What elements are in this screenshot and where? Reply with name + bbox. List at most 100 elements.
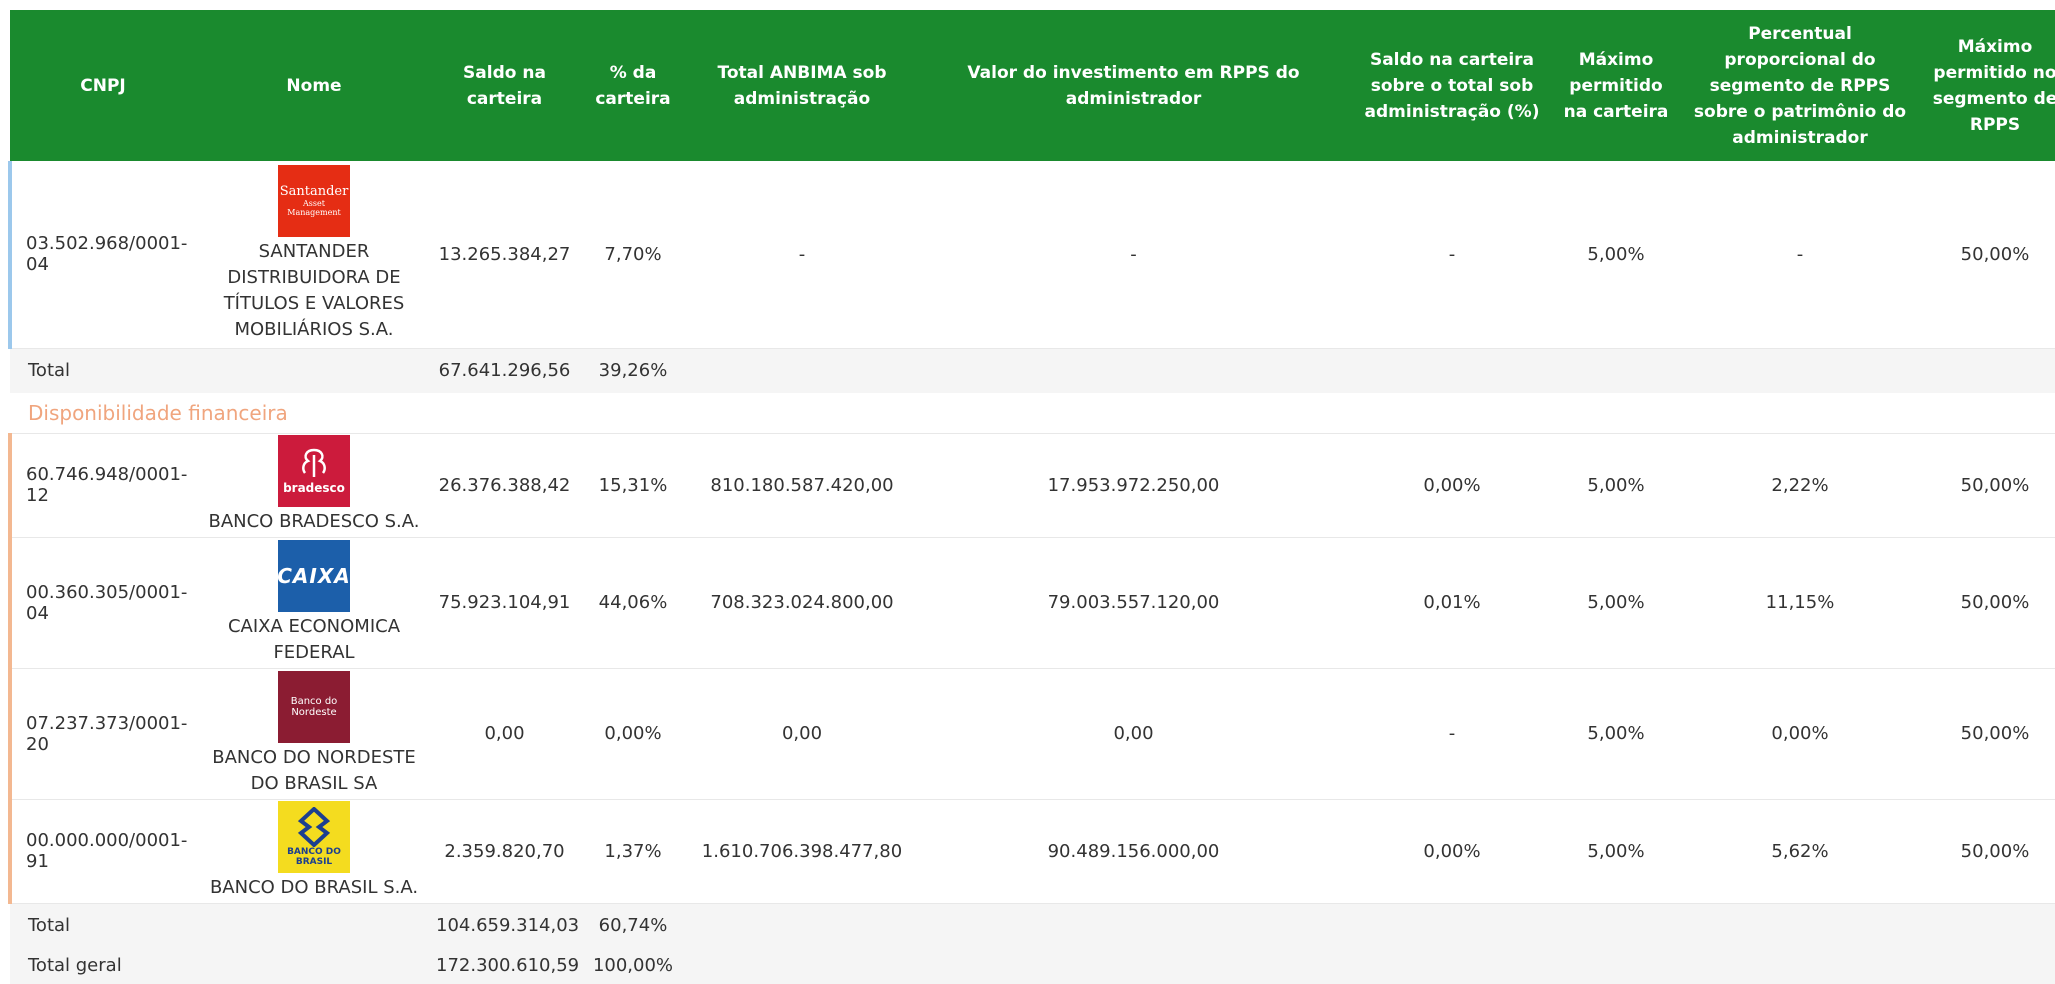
max-seg-cell: 50,00% [1920, 161, 2055, 349]
max-cell: 5,00% [1552, 799, 1680, 904]
max-cell: 5,00% [1552, 537, 1680, 669]
institution-name: BANCO DO NORDESTE DO BRASIL SA [212, 746, 416, 794]
total-saldo: 104.659.314,03 [432, 903, 579, 948]
header-rpps[interactable]: Valor do investimento em RPPS do adminis… [915, 10, 1352, 161]
cnpj-cell: 60.746.948/0001-12 [8, 433, 196, 538]
saldo-cell: 26.376.388,42 [432, 433, 577, 538]
perc-seg-cell: - [1680, 161, 1920, 349]
table-row: 03.502.968/0001-04 Santander Asset Manag… [8, 161, 2055, 349]
saldo-cell: 0,00 [432, 668, 577, 800]
investments-table: CNPJ Nome Saldo na carteira % da carteir… [8, 10, 2055, 984]
nome-cell: BANCO DO BRASIL BANCO DO BRASIL S.A. [196, 799, 432, 904]
total-label: Total [10, 903, 196, 948]
nome-cell: CAIXA CAIXA ECONOMICA FEDERAL [196, 537, 432, 669]
rpps-cell: - [915, 161, 1352, 349]
logo-text: CAIXA [278, 563, 350, 588]
pct-cell: 1,37% [577, 799, 689, 904]
rpps-cell: 17.953.972.250,00 [915, 433, 1352, 538]
bradesco-logo: bradesco [278, 435, 350, 507]
saldo-total-cell: - [1352, 161, 1552, 349]
section-title: Disponibilidade financeira [10, 392, 2055, 434]
perc-seg-cell: 0,00% [1680, 668, 1920, 800]
total-saldo: 67.641.296,56 [432, 348, 577, 393]
logo-text: bradesco [283, 481, 345, 495]
institution-name: SANTANDER DISTRIBUIDORA DE TÍTULOS E VAL… [223, 241, 405, 341]
total-pct: 39,26% [577, 348, 689, 393]
nome-cell: Santander Asset Management SANTANDER DIS… [196, 161, 432, 349]
nome-cell: bradesco BANCO BRADESCO S.A. [196, 433, 432, 538]
max-cell: 5,00% [1552, 668, 1680, 800]
saldo-cell: 13.265.384,27 [432, 161, 577, 349]
pct-cell: 15,31% [577, 433, 689, 538]
total-pct: 60,74% [577, 903, 689, 948]
rpps-cell: 90.489.156.000,00 [915, 799, 1352, 904]
total-row: Total 104.659.314,03 60,74% [10, 903, 2055, 948]
section-row: Disponibilidade financeira [10, 392, 2055, 434]
nome-cell: Banco do Nordeste BANCO DO NORDESTE DO B… [196, 668, 432, 800]
anbima-cell: - [689, 161, 915, 349]
grand-total-row: Total geral 172.300.610,59 100,00% [10, 947, 2055, 984]
rpps-cell: 0,00 [915, 668, 1352, 800]
institution-name: BANCO DO BRASIL S.A. [209, 877, 419, 898]
santander-logo: Santander Asset Management [278, 165, 350, 238]
bb-logo: BANCO DO BRASIL [278, 801, 350, 873]
perc-seg-cell: 2,22% [1680, 433, 1920, 538]
saldo-total-cell: 0,00% [1352, 433, 1552, 538]
header-perc-seg[interactable]: Percentual proporcional do segmento de R… [1680, 10, 1920, 161]
cnpj-cell: 07.237.373/0001-20 [8, 668, 196, 800]
max-seg-cell: 50,00% [1920, 537, 2055, 669]
table-row: 60.746.948/0001-12 bradesco BANCO BRADES… [8, 433, 2055, 538]
total-label: Total [10, 348, 196, 393]
grand-total-saldo: 172.300.610,59 [432, 947, 579, 984]
anbima-cell: 0,00 [689, 668, 915, 800]
caixa-logo: CAIXA [278, 539, 350, 612]
anbima-cell: 708.323.024.800,00 [689, 537, 915, 669]
saldo-cell: 75.923.104,91 [432, 537, 577, 669]
header-max[interactable]: Máximo permitido na carteira [1552, 10, 1680, 161]
saldo-total-cell: 0,01% [1352, 537, 1552, 669]
cnpj-cell: 00.000.000/0001-91 [8, 799, 196, 904]
pct-cell: 44,06% [577, 537, 689, 669]
header-saldo[interactable]: Saldo na carteira [432, 10, 577, 161]
logo-subtext: Nordeste [291, 706, 337, 718]
header-pct[interactable]: % da carteira [577, 10, 689, 161]
table-container: CNPJ Nome Saldo na carteira % da carteir… [8, 10, 2055, 984]
logo-subtext: Asset Management [287, 199, 341, 218]
anbima-cell: 1.610.706.398.477,80 [689, 799, 915, 904]
grand-total-label: Total geral [10, 947, 196, 984]
rpps-cell: 79.003.557.120,00 [915, 537, 1352, 669]
pct-cell: 0,00% [577, 668, 689, 800]
saldo-total-cell: - [1352, 668, 1552, 800]
header-nome[interactable]: Nome [196, 10, 432, 161]
grand-total-pct: 100,00% [577, 947, 689, 984]
total-row: Total 67.641.296,56 39,26% [10, 348, 2055, 393]
cnpj-cell: 00.360.305/0001-04 [8, 537, 196, 669]
table-row: 07.237.373/0001-20 Banco do Nordeste BAN… [8, 668, 2055, 800]
logo-text: Banco do [290, 695, 338, 707]
max-cell: 5,00% [1552, 161, 1680, 349]
pct-cell: 7,70% [577, 161, 689, 349]
max-seg-cell: 50,00% [1920, 668, 2055, 800]
header-anbima[interactable]: Total ANBIMA sob administração [689, 10, 915, 161]
logo-text: BANCO DO BRASIL [287, 847, 341, 867]
bb-symbol-icon [297, 807, 331, 847]
bradesco-tree-icon [302, 448, 326, 477]
cnpj-cell: 03.502.968/0001-04 [8, 161, 196, 349]
table-row: 00.360.305/0001-04 CAIXA CAIXA ECONOMICA… [8, 537, 2055, 669]
saldo-cell: 2.359.820,70 [432, 799, 577, 904]
header-saldo-total[interactable]: Saldo na carteira sobre o total sob admi… [1352, 10, 1552, 161]
institution-name: BANCO BRADESCO S.A. [208, 511, 420, 532]
bnb-logo: Banco do Nordeste [278, 670, 350, 743]
table-row: 00.000.000/0001-91 BANCO DO BRASIL BANCO… [8, 799, 2055, 904]
logo-text: Santander [279, 184, 349, 200]
max-seg-cell: 50,00% [1920, 433, 2055, 538]
header-cnpj[interactable]: CNPJ [10, 10, 196, 161]
anbima-cell: 810.180.587.420,00 [689, 433, 915, 538]
header-row: CNPJ Nome Saldo na carteira % da carteir… [10, 10, 2055, 161]
perc-seg-cell: 5,62% [1680, 799, 1920, 904]
institution-name: CAIXA ECONOMICA FEDERAL [227, 615, 401, 663]
perc-seg-cell: 11,15% [1680, 537, 1920, 669]
header-max-seg[interactable]: Máximo permitido no segmento de RPPS [1920, 10, 2055, 161]
saldo-total-cell: 0,00% [1352, 799, 1552, 904]
max-seg-cell: 50,00% [1920, 799, 2055, 904]
